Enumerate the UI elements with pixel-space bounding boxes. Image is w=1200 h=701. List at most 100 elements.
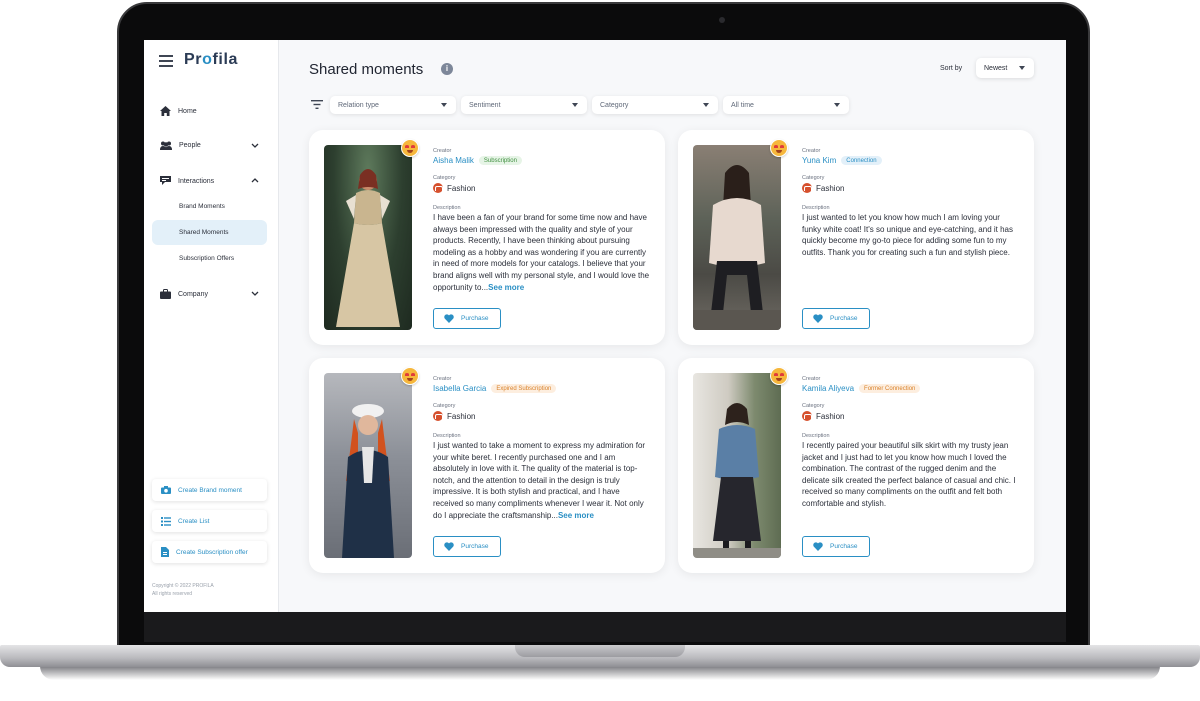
purchase-button[interactable]: Purchase — [802, 308, 870, 329]
page-title: Shared moments — [309, 61, 424, 78]
creator-photo — [693, 373, 781, 558]
description-text: I just wanted to take a moment to expres… — [433, 441, 646, 520]
info-icon[interactable]: i — [441, 63, 453, 75]
moment-card[interactable]: Creator Kamila Aliyeva Former Connection … — [678, 358, 1034, 573]
sentiment-emoji-icon — [401, 367, 419, 385]
camera-icon — [161, 486, 171, 494]
sidebar-subitem-brand-moments[interactable]: Brand Moments — [179, 203, 225, 210]
screen-bezel — [144, 612, 1066, 642]
creator-label: Creator — [433, 148, 452, 154]
laptop-shadow — [40, 666, 1160, 680]
category-label: Category — [433, 175, 456, 181]
category-value: Fashion — [802, 411, 844, 421]
sentiment-emoji-icon — [770, 139, 788, 157]
category-label: Category — [802, 403, 825, 409]
sidebar: Profila Home People Interactions Brand M… — [144, 40, 279, 612]
heart-icon — [813, 314, 823, 323]
category-value: Fashion — [802, 183, 844, 193]
app-screen: Profila Home People Interactions Brand M… — [144, 40, 1066, 612]
fashion-icon — [433, 411, 443, 421]
creator-name[interactable]: Aisha Malik Subscription — [433, 156, 522, 165]
sidebar-item-interactions[interactable]: Interactions — [160, 176, 214, 186]
heart-icon — [813, 542, 823, 551]
purchase-button[interactable]: Purchase — [433, 536, 501, 557]
relation-badge: Subscription — [478, 156, 522, 165]
category-label: Category — [433, 403, 456, 409]
sentiment-emoji-icon — [770, 367, 788, 385]
moment-card[interactable]: Creator Yuna Kim Connection Category Fash… — [678, 130, 1034, 345]
create-brand-moment-button[interactable]: Create Brand moment — [152, 479, 267, 501]
sentiment-emoji-icon — [401, 139, 419, 157]
heart-icon — [444, 542, 454, 551]
sidebar-item-label: Home — [178, 107, 197, 115]
home-icon — [160, 106, 171, 116]
document-icon — [161, 547, 169, 557]
relation-badge: Expired Subscription — [491, 384, 557, 393]
main-content: Shared moments i Sort by Newest Relation… — [279, 40, 1066, 612]
category-dropdown[interactable]: Category — [592, 96, 718, 114]
purchase-button[interactable]: Purchase — [802, 536, 870, 557]
sidebar-item-label: Interactions — [178, 177, 215, 185]
description-text: I recently paired your beautiful silk sk… — [802, 441, 1016, 508]
copyright: Copyright © 2022 PROFILA All rights rese… — [152, 583, 214, 597]
sidebar-item-home[interactable]: Home — [160, 106, 197, 116]
moment-card[interactable]: Creator Isabella Garcia Expired Subscript… — [309, 358, 665, 573]
people-icon — [160, 141, 172, 150]
relation-badge: Connection — [841, 156, 882, 165]
filter-icon[interactable] — [311, 100, 323, 109]
see-more-link[interactable]: See more — [488, 283, 524, 292]
sidebar-subitem-subscription-offers[interactable]: Subscription Offers — [179, 255, 234, 262]
sidebar-item-people[interactable]: People — [160, 141, 201, 150]
creator-label: Creator — [802, 148, 821, 154]
caret-down-icon — [441, 103, 447, 107]
creator-label: Creator — [802, 376, 821, 382]
chevron-down-icon[interactable] — [251, 143, 259, 148]
see-more-link[interactable]: See more — [558, 511, 594, 520]
sidebar-subitem-shared-moments[interactable]: Shared Moments — [179, 229, 229, 236]
moment-card[interactable]: Creator Aisha Malik Subscription Category… — [309, 130, 665, 345]
relation-type-dropdown[interactable]: Relation type — [330, 96, 456, 114]
sort-select[interactable]: Newest — [976, 58, 1034, 78]
category-value: Fashion — [433, 183, 475, 193]
creator-photo — [324, 145, 412, 330]
chevron-up-icon[interactable] — [251, 178, 259, 183]
description-text: I have been a fan of your brand for some… — [433, 213, 650, 292]
chevron-down-icon[interactable] — [251, 291, 259, 296]
caret-down-icon — [834, 103, 840, 107]
creator-name[interactable]: Yuna Kim Connection — [802, 156, 882, 165]
menu-icon[interactable] — [159, 55, 173, 67]
fashion-icon — [802, 183, 812, 193]
create-list-button[interactable]: Create List — [152, 510, 267, 532]
caret-down-icon — [703, 103, 709, 107]
description-text: I just wanted to let you know how much I… — [802, 213, 1013, 257]
caret-down-icon — [572, 103, 578, 107]
fashion-icon — [802, 411, 812, 421]
sidebar-item-company[interactable]: Company — [160, 289, 208, 299]
interactions-icon — [160, 176, 171, 185]
category-value: Fashion — [433, 411, 475, 421]
time-range-dropdown[interactable]: All time — [723, 96, 849, 114]
camera — [719, 17, 725, 23]
description-label: Description — [802, 433, 830, 439]
sidebar-item-label: People — [179, 142, 201, 149]
sentiment-dropdown[interactable]: Sentiment — [461, 96, 587, 114]
sort-label: Sort by — [940, 65, 963, 72]
category-label: Category — [802, 175, 825, 181]
list-icon — [161, 516, 171, 526]
purchase-button[interactable]: Purchase — [433, 308, 501, 329]
creator-photo — [693, 145, 781, 330]
sidebar-item-label: Company — [178, 290, 208, 298]
fashion-icon — [433, 183, 443, 193]
caret-down-icon — [1019, 66, 1025, 70]
laptop-notch — [515, 645, 685, 657]
create-subscription-offer-button[interactable]: Create Subscription offer — [152, 541, 267, 563]
description-label: Description — [802, 205, 830, 211]
description-label: Description — [433, 205, 461, 211]
relation-badge: Former Connection — [859, 384, 921, 393]
logo[interactable]: Profila — [184, 51, 238, 69]
heart-icon — [444, 314, 454, 323]
creator-name[interactable]: Isabella Garcia Expired Subscription — [433, 384, 557, 393]
creator-label: Creator — [433, 376, 452, 382]
creator-photo — [324, 373, 412, 558]
creator-name[interactable]: Kamila Aliyeva Former Connection — [802, 384, 921, 393]
